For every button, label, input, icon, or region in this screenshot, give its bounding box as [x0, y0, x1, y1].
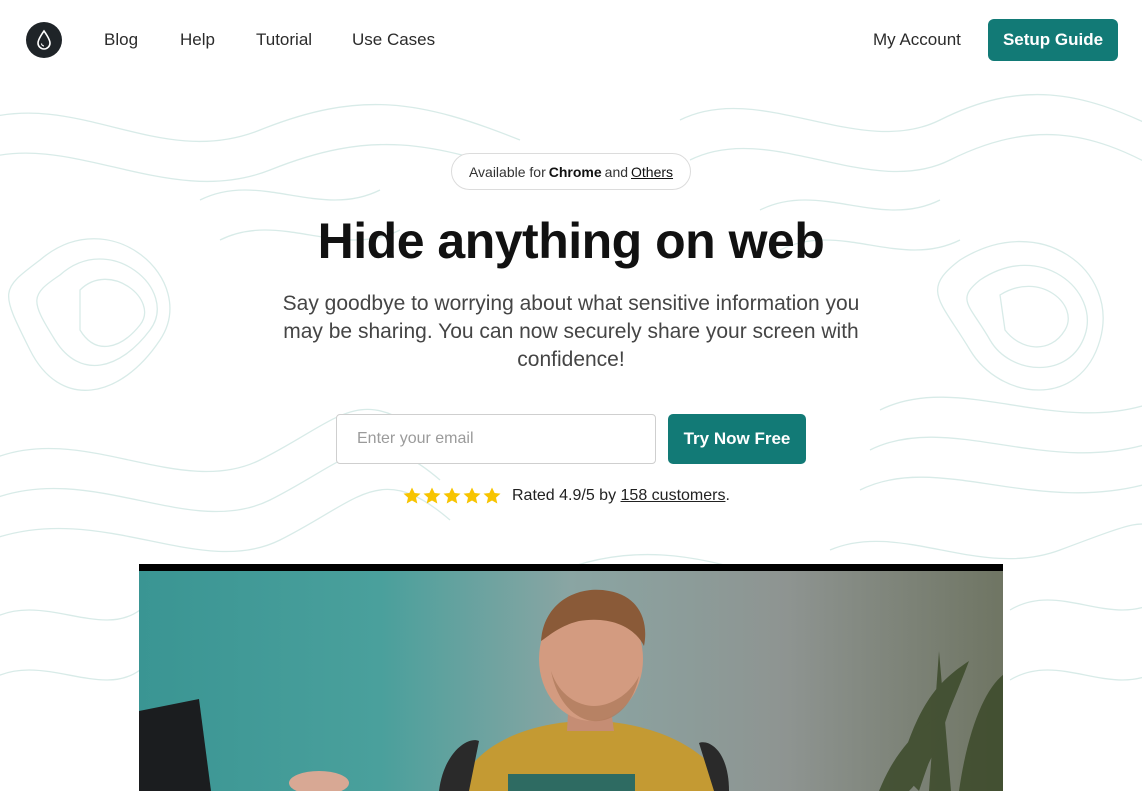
star-icon: [483, 487, 501, 504]
logo[interactable]: [26, 22, 62, 58]
rating: Rated 4.9/5 by 158 customers.: [402, 484, 730, 508]
badge-prefix: Available for: [468, 163, 546, 180]
try-now-free-button[interactable]: Try Now Free: [668, 414, 806, 464]
droplet-icon: [37, 29, 51, 50]
badge-and: and: [604, 163, 629, 180]
my-account-link[interactable]: My Account: [873, 30, 961, 50]
demo-video[interactable]: [139, 564, 1003, 791]
rating-suffix: .: [725, 487, 730, 504]
nav-link-use-cases[interactable]: Use Cases: [352, 30, 435, 50]
badge-others-link[interactable]: Others: [631, 164, 673, 180]
hero-subtitle: Say goodbye to worrying about what sensi…: [282, 292, 860, 371]
setup-guide-button[interactable]: Setup Guide: [988, 19, 1118, 61]
top-navigation: Blog Help Tutorial Use Cases My Account …: [0, 0, 1142, 80]
video-frame: [139, 571, 1003, 791]
star-icon: [423, 487, 441, 504]
email-input[interactable]: [336, 414, 656, 464]
rating-stars: [402, 486, 502, 506]
customers-link[interactable]: 158 customers: [621, 487, 726, 505]
badge-chrome: Chrome: [548, 163, 602, 180]
nav-link-tutorial[interactable]: Tutorial: [256, 30, 312, 50]
star-icon: [403, 487, 421, 504]
rating-text: Rated 4.9/5 by: [512, 487, 617, 504]
nav-link-blog[interactable]: Blog: [104, 30, 138, 50]
nav-link-help[interactable]: Help: [180, 30, 215, 50]
availability-badge: Available for Chrome and Others: [451, 153, 691, 190]
video-scene: [139, 589, 1003, 791]
hero-title: Hide anything on web: [317, 213, 825, 269]
star-icon: [443, 487, 461, 504]
star-icon: [463, 487, 481, 504]
